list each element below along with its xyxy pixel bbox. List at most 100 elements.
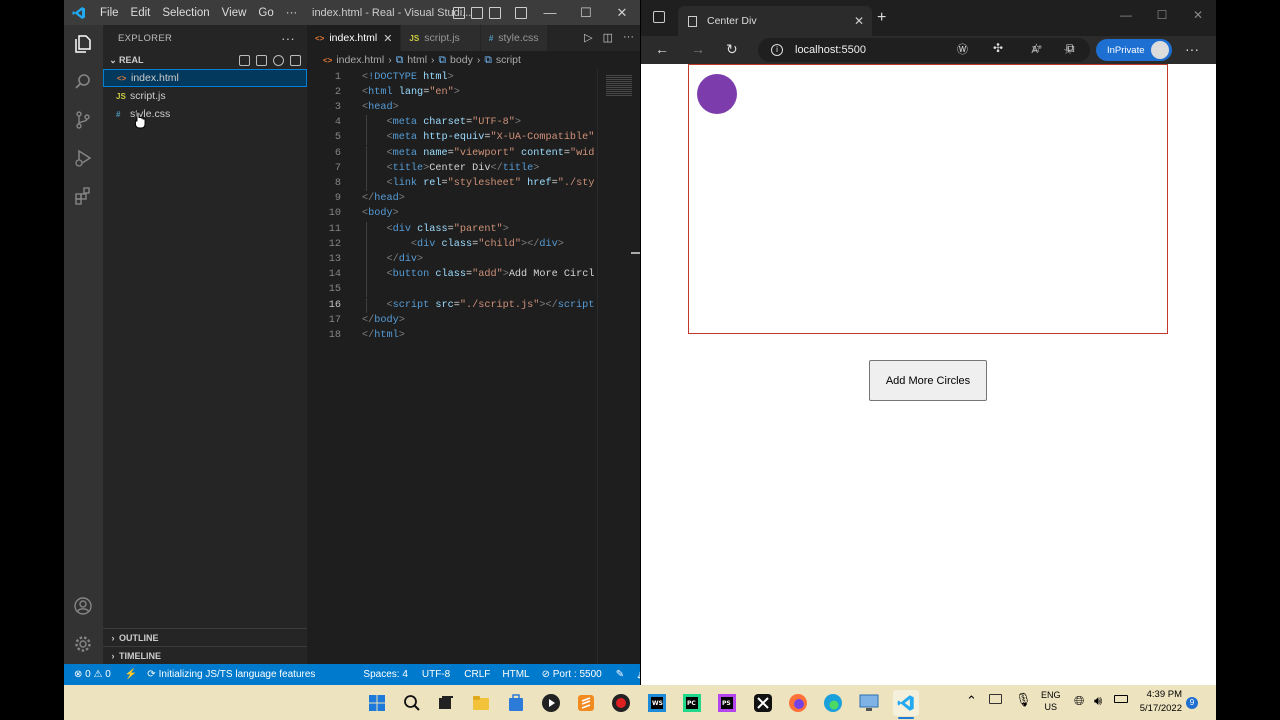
minimize-icon[interactable]: — [1108, 8, 1144, 22]
minimap[interactable] [597, 69, 640, 664]
tab-actions-icon[interactable] [653, 11, 665, 23]
back-icon[interactable]: ← [655, 41, 669, 57]
edge-icon[interactable] [822, 692, 844, 714]
minimize-icon[interactable]: — [532, 5, 568, 21]
indentation-status[interactable]: Spaces: 4 [363, 669, 407, 680]
collections-icon[interactable]: ⧉ [1066, 41, 1075, 56]
line-number: 14 [328, 269, 341, 281]
timeline-section[interactable]: › TIMELINE [103, 646, 307, 665]
phpstorm-icon[interactable]: PS [716, 692, 738, 714]
maximize-icon[interactable]: ☐ [1144, 8, 1180, 22]
close-tab-icon[interactable]: ✕ [383, 32, 392, 45]
search-icon[interactable] [401, 692, 423, 714]
more-actions-icon[interactable]: ··· [623, 31, 634, 44]
refresh-icon[interactable] [273, 54, 284, 66]
site-info-icon[interactable]: i [771, 44, 783, 56]
forward-icon[interactable]: → [691, 41, 705, 57]
task-view-icon[interactable] [435, 692, 457, 714]
split-editor-icon[interactable]: ◫ [603, 31, 613, 44]
webstorm-icon[interactable]: WS [646, 692, 668, 714]
close-icon[interactable]: ✕ [1180, 8, 1216, 22]
system-clock[interactable]: 4:39 PM 5/17/2022 [1140, 688, 1182, 716]
extension-w-icon[interactable]: Ⓦ [957, 41, 968, 57]
menu-selection[interactable]: Selection [156, 7, 215, 19]
menu-bar: File Edit Selection View Go ··· [94, 7, 303, 19]
inprivate-badge[interactable]: InPrivate [1096, 39, 1172, 61]
remote-desktop-icon[interactable] [858, 692, 880, 714]
menu-file[interactable]: File [94, 7, 125, 19]
breadcrumb-item[interactable]: index.html [336, 54, 384, 66]
close-tab-icon[interactable]: ✕ [854, 14, 864, 28]
live-share-icon[interactable]: ⚡ [125, 669, 137, 680]
capcut-icon[interactable] [752, 692, 774, 714]
eol-status[interactable]: CRLF [464, 669, 490, 680]
file-item-script-js[interactable]: JS script.js [103, 87, 307, 105]
explorer-more-icon[interactable]: ··· [281, 31, 295, 46]
close-icon[interactable]: ✕ [604, 5, 640, 21]
file-explorer-icon[interactable] [470, 692, 492, 714]
sublime-text-icon[interactable] [575, 692, 597, 714]
pycharm-icon[interactable]: PC [681, 692, 703, 714]
menu-edit[interactable]: Edit [125, 7, 157, 19]
feedback-icon[interactable]: ✎ [616, 669, 624, 680]
breadcrumb-item[interactable]: html [407, 54, 427, 66]
favorites-icon[interactable]: ☆ [1031, 41, 1042, 55]
toggle-panel-icon[interactable] [471, 6, 483, 19]
menu-view[interactable]: View [216, 7, 253, 19]
code-editor[interactable]: 1 2 3 4 5 6 7 8 9 10 11 12 13 14 15 16 17 18 <!DOCTYPE ht… [307, 69, 597, 664]
run-debug-icon[interactable] [72, 147, 94, 169]
maximize-icon[interactable]: ☐ [568, 5, 604, 21]
encoding-status[interactable]: UTF-8 [422, 669, 450, 680]
microphone-icon[interactable]: 🎙︎ [1015, 692, 1032, 708]
tab-style-css[interactable]: # style.css [480, 25, 548, 51]
source-control-icon[interactable] [72, 109, 94, 131]
browser-tab-center-div[interactable]: Center Div ✕ [678, 6, 872, 36]
search-icon[interactable] [72, 71, 94, 93]
breadcrumb-item[interactable]: script [496, 54, 521, 66]
menu-more[interactable]: ··· [280, 7, 304, 19]
notification-count-badge[interactable]: 9 [1186, 697, 1198, 709]
screen-recorder-icon[interactable] [610, 692, 632, 714]
store-icon[interactable] [505, 692, 527, 714]
file-item-index-html[interactable]: <> index.html [103, 69, 307, 87]
refresh-icon[interactable]: ↻ [726, 41, 738, 58]
new-folder-icon[interactable] [256, 54, 267, 66]
show-hidden-icons-icon[interactable]: ⌃ [966, 693, 977, 709]
folder-section-header[interactable]: ⌄ REAL [103, 51, 307, 69]
battery-icon[interactable] [1114, 695, 1128, 703]
code-line: <script src="./script.js"></script [386, 299, 595, 311]
start-icon[interactable] [366, 692, 388, 714]
settings-gear-icon[interactable] [72, 633, 94, 655]
vscode-taskbar-icon[interactable] [893, 690, 919, 716]
network-globe-icon[interactable]: 🌐︎ [1074, 693, 1084, 709]
chevron-right-icon: › [111, 651, 115, 661]
settings-more-icon[interactable]: ··· [1185, 41, 1199, 57]
accounts-icon[interactable] [72, 595, 94, 617]
tab-script-js[interactable]: JS script.js [401, 25, 481, 51]
extensions-icon[interactable]: ✣ [993, 41, 1003, 55]
outline-section[interactable]: › OUTLINE [103, 628, 307, 647]
explorer-icon[interactable] [72, 33, 94, 55]
keyboard-icon[interactable] [989, 694, 1002, 704]
notifications-bell-icon[interactable]: 🔔︎ [636, 669, 640, 680]
toggle-secondary-sidebar-icon[interactable] [489, 6, 501, 19]
volume-icon[interactable]: 🔊︎ [1094, 693, 1102, 709]
breadcrumb-item[interactable]: body [450, 54, 473, 66]
live-server-port[interactable]: ⊘ Port : 5500 [542, 669, 602, 680]
run-icon[interactable]: ▷ [584, 31, 592, 44]
toggle-sidebar-icon[interactable] [453, 6, 465, 19]
language-status[interactable]: HTML [502, 669, 529, 680]
right-letterbox [1216, 0, 1280, 720]
new-file-icon[interactable] [239, 54, 250, 66]
firefox-icon[interactable] [787, 692, 809, 714]
menu-go[interactable]: Go [252, 7, 279, 19]
new-tab-icon[interactable]: + [877, 9, 886, 27]
tab-index-html[interactable]: <> index.html ✕ [307, 25, 402, 51]
customize-layout-icon[interactable] [515, 6, 527, 19]
language-indicator[interactable]: ENG US [1041, 689, 1061, 713]
media-player-icon[interactable] [540, 692, 562, 714]
extensions-icon[interactable] [72, 185, 94, 207]
add-more-circles-button[interactable]: Add More Circles [869, 360, 987, 401]
collapse-all-icon[interactable] [290, 54, 301, 66]
problems-status[interactable]: ⊗ 0 ⚠ 0 [74, 669, 111, 680]
